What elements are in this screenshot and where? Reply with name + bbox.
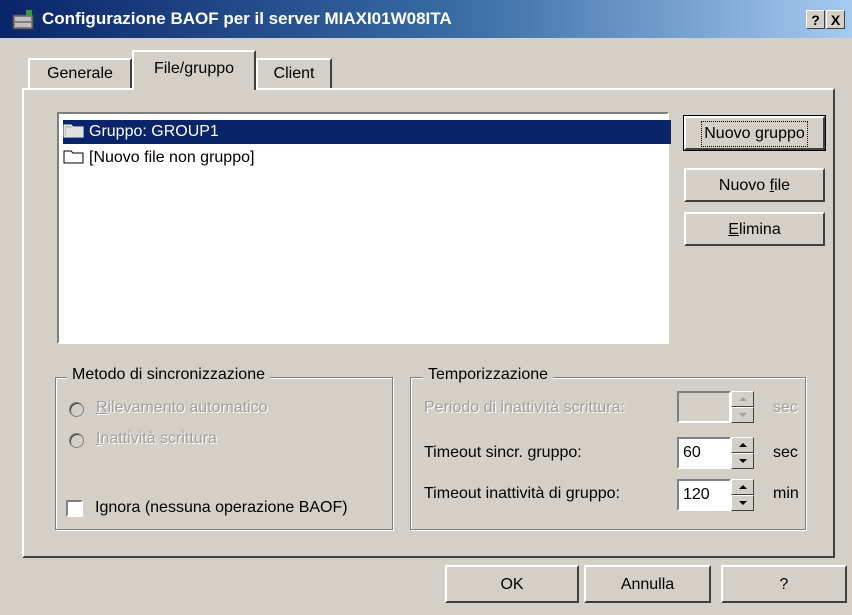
help-button[interactable]: ?	[721, 565, 847, 603]
new-file-button[interactable]: Nuovo file	[684, 168, 825, 202]
spin-up-button[interactable]	[731, 479, 754, 495]
arrow-down-icon	[739, 501, 747, 505]
spin-down-button[interactable]	[731, 407, 754, 423]
ignore-checkbox[interactable]	[66, 500, 83, 517]
group-sync-label: Timeout sincr. gruppo:	[424, 444, 582, 461]
radio-write-idle[interactable]	[69, 433, 84, 448]
ignore-checkbox-label: Ignora (nessuna operazione BAOF)	[95, 499, 348, 516]
ok-button[interactable]: OK	[445, 565, 579, 603]
arrow-up-icon	[739, 397, 747, 401]
arrow-down-icon	[739, 413, 747, 417]
delete-button[interactable]: Elimina	[684, 212, 825, 246]
focus-rect: Nuovo gruppo	[701, 121, 808, 147]
group-idle-spinner[interactable]	[731, 479, 754, 511]
app-icon	[12, 10, 34, 30]
close-button[interactable]: X	[826, 10, 845, 29]
arrow-up-icon	[739, 443, 747, 447]
title-bar[interactable]: Configurazione BAOF per il server MIAXI0…	[0, 0, 852, 38]
arrow-up-icon	[739, 485, 747, 489]
cancel-button[interactable]: Annulla	[584, 565, 711, 603]
group-sync-spinner[interactable]	[731, 437, 754, 469]
group-sync-unit: sec	[773, 444, 798, 461]
radio-write-idle-label: Inattività scrittura	[96, 430, 217, 447]
file-group-list[interactable]: Gruppo: GROUP1 [Nuovo file non gruppo]	[57, 112, 671, 344]
write-idle-spinner[interactable]	[731, 391, 754, 423]
group-folder-icon	[63, 124, 84, 138]
list-item[interactable]: Gruppo: GROUP1	[63, 120, 671, 144]
write-idle-unit: sec	[773, 399, 798, 416]
spin-up-button[interactable]	[731, 437, 754, 453]
spin-down-button[interactable]	[731, 495, 754, 511]
tab-generale[interactable]: Generale	[28, 58, 132, 88]
tab-client[interactable]: Client	[256, 58, 332, 88]
group-idle-input[interactable]: 120	[677, 479, 731, 511]
write-idle-label: Periodo di inattività scrittura:	[424, 399, 625, 416]
new-group-button[interactable]: Nuovo gruppo	[683, 115, 826, 151]
write-idle-input[interactable]	[677, 391, 731, 423]
spin-down-button[interactable]	[731, 453, 754, 469]
window-title: Configurazione BAOF per il server MIAXI0…	[42, 9, 452, 28]
timing-legend: Temporizzazione	[423, 366, 554, 384]
folder-icon	[63, 150, 84, 164]
radio-auto-detect[interactable]	[69, 402, 84, 417]
radio-auto-detect-label: Rilevamento automatico	[96, 399, 268, 416]
spin-up-button[interactable]	[731, 391, 754, 407]
list-item[interactable]: [Nuovo file non gruppo]	[63, 146, 262, 170]
sync-method-legend: Metodo di sincronizzazione	[67, 366, 270, 384]
group-sync-input[interactable]: 60	[677, 437, 731, 469]
arrow-down-icon	[739, 459, 747, 463]
tab-file-gruppo[interactable]: File/gruppo	[132, 50, 256, 90]
help-title-button[interactable]: ?	[806, 10, 825, 29]
group-idle-unit: min	[773, 485, 799, 502]
group-idle-label: Timeout inattività di gruppo:	[424, 485, 620, 502]
